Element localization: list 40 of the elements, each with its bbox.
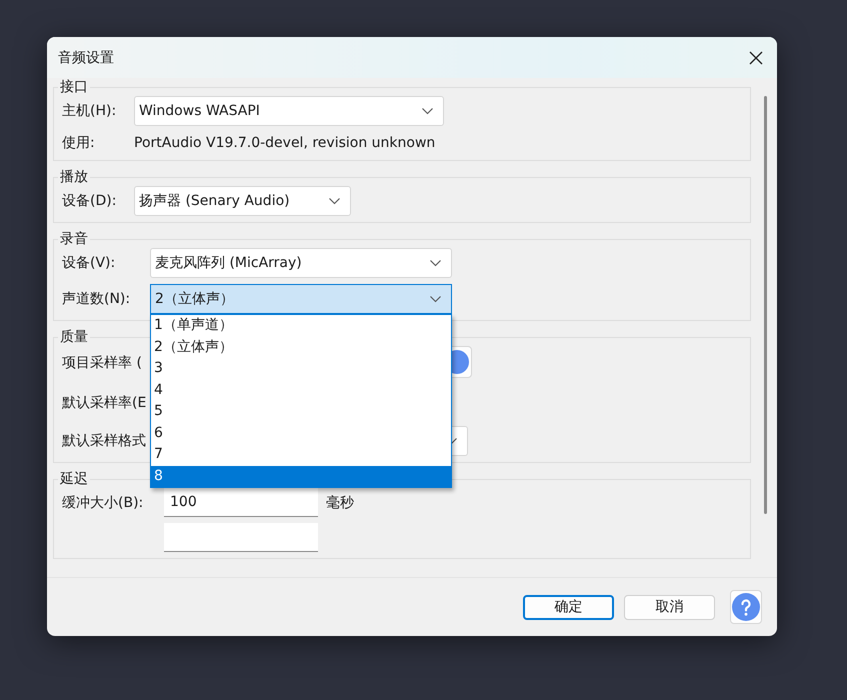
section-title: 录音 <box>59 230 89 248</box>
field-label: 声道数(N): <box>62 290 132 308</box>
dropdown-option[interactable]: 4 <box>151 380 451 401</box>
dropdown-option[interactable]: 5 <box>151 401 451 422</box>
unit-label: 毫秒 <box>326 494 354 512</box>
caret-icon <box>329 198 340 204</box>
caret-icon <box>430 260 441 266</box>
dropdown-option[interactable]: 3 <box>151 358 451 380</box>
dialog-button[interactable]: 确定 <box>523 594 614 620</box>
dropdown-select[interactable]: 扬声器 (Senary Audio) <box>134 186 351 216</box>
dropdown-option[interactable]: 6 <box>151 422 451 444</box>
window-title: 音频设置 <box>58 48 114 66</box>
section-title: 延迟 <box>59 470 89 488</box>
dropdown-option[interactable]: 2（立体声） <box>151 336 451 358</box>
section-title: 接口 <box>59 78 89 96</box>
help-icon <box>732 593 760 621</box>
field-label: 设备(V): <box>62 254 116 272</box>
caret-icon <box>422 108 433 114</box>
dropdown-select[interactable]: 麦克风阵列 (MicArray) <box>150 248 452 278</box>
section-title: 质量 <box>59 328 89 346</box>
field-label: 主机(H): <box>62 102 118 120</box>
help-button[interactable] <box>730 590 762 624</box>
field-label: 项目采样率 ( <box>62 354 143 372</box>
input-field[interactable] <box>164 523 318 552</box>
field-label: 使用: <box>62 134 96 152</box>
input-field[interactable]: 100 <box>164 488 318 517</box>
field-label: 默认采样率(E <box>62 394 148 412</box>
field-value: PortAudio V19.7.0-devel, revision unknown <box>134 135 436 151</box>
dropdown-select[interactable]: Windows WASAPI <box>134 96 444 126</box>
section-title: 播放 <box>59 168 89 186</box>
dropdown-option[interactable]: 1（单声道） <box>151 315 451 336</box>
field-label: 缓冲大小(B): <box>62 494 144 512</box>
field-label: 设备(D): <box>62 192 118 210</box>
dropdown-option[interactable]: 7 <box>151 444 451 466</box>
close-icon[interactable] <box>749 50 763 64</box>
caret-icon <box>430 296 441 302</box>
dropdown-option[interactable]: 8 <box>151 466 451 487</box>
scrollbar-thumb[interactable] <box>764 96 767 514</box>
field-label: 默认采样格式 <box>62 432 147 450</box>
dialog-button[interactable]: 取消 <box>624 594 715 620</box>
